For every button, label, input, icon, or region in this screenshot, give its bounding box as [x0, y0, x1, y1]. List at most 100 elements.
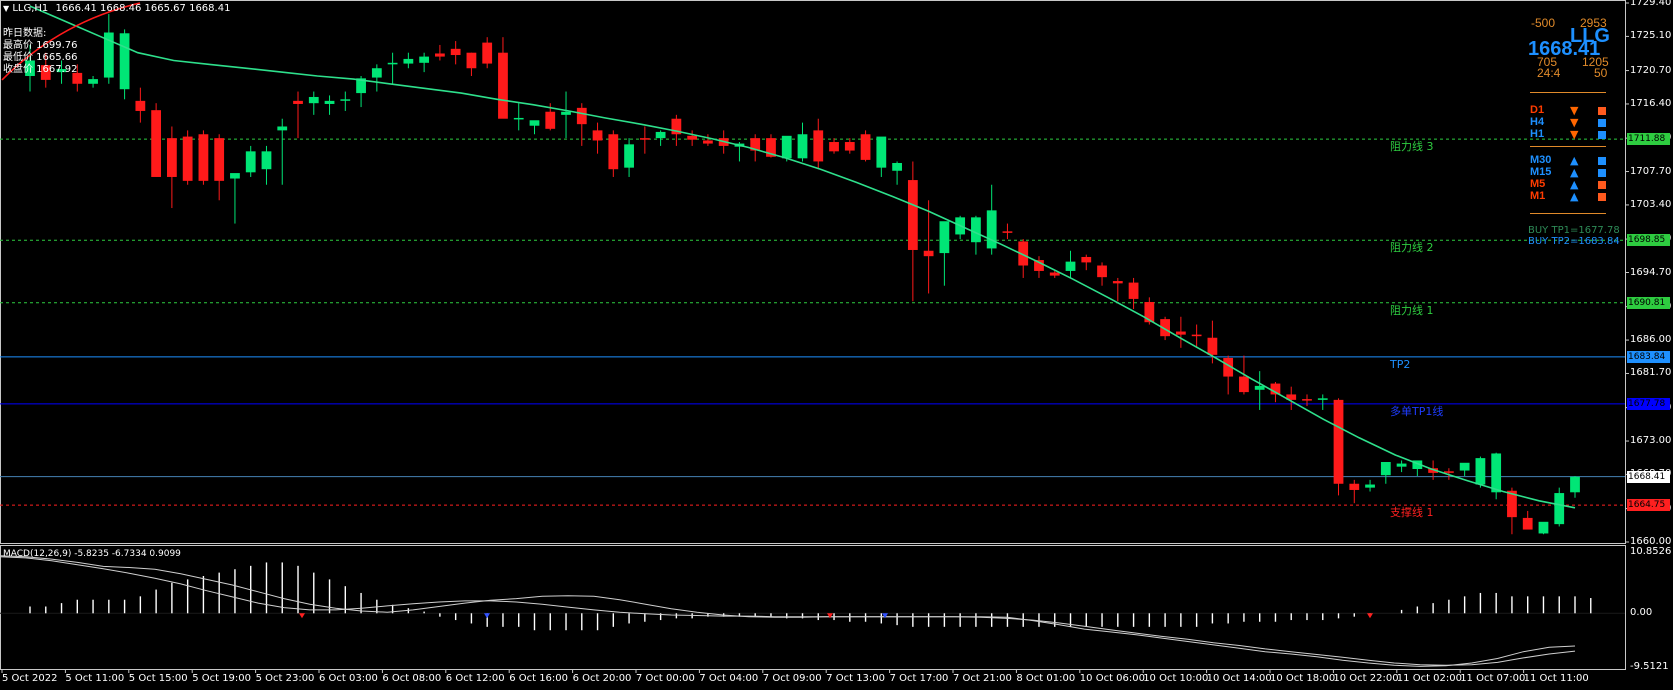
time-tick-label: 5 Oct 15:00 — [128, 673, 188, 684]
candle-body — [450, 48, 461, 56]
hud-v3: 24:4 — [1537, 66, 1561, 80]
candle-body — [1475, 458, 1486, 485]
buy-tp2-text: BUY TP2=1683.84 — [1528, 236, 1620, 247]
level-price-tag: 1711.88 — [1627, 133, 1670, 146]
hud-divider-1 — [1530, 92, 1606, 93]
candle-body — [860, 134, 871, 160]
time-tick-label: 7 Oct 13:00 — [826, 673, 886, 684]
candle-body — [1112, 281, 1123, 284]
symbol-timeframe: LLG,H1 — [12, 3, 49, 14]
candle-body — [230, 173, 240, 179]
time-tick-label: 6 Oct 20:00 — [572, 673, 632, 684]
candle-body — [1191, 334, 1202, 337]
timeframe-label: M30 — [1530, 154, 1552, 166]
macd-tick-label: -9.5121 — [1630, 661, 1669, 672]
candle-body — [245, 151, 256, 173]
macd-tick-label: 0.00 — [1630, 607, 1653, 619]
candle-body — [1081, 256, 1092, 263]
candle-body — [1570, 476, 1580, 493]
time-tick-label: 10 Oct 06:00 — [1079, 673, 1145, 684]
candle-body — [1049, 272, 1060, 276]
time-tick-label: 6 Oct 03:00 — [319, 673, 378, 684]
macd-line — [0, 555, 1576, 667]
candle-body — [1239, 376, 1249, 393]
candle-body — [498, 52, 508, 119]
time-tick-label: 5 Oct 11:00 — [65, 673, 125, 684]
time-tick-label: 8 Oct 01:00 — [1016, 673, 1076, 684]
candle-body — [293, 100, 303, 104]
candle-body — [1396, 463, 1407, 467]
candle-body — [781, 135, 792, 159]
candle-body — [387, 62, 398, 65]
signal-line — [0, 556, 1576, 666]
time-tick-label: 7 Oct 09:00 — [762, 673, 822, 684]
candle-body — [88, 79, 98, 84]
time-tick-label: 10 Oct 10:00 — [1143, 673, 1209, 684]
hud-minus: -500 — [1531, 16, 1556, 30]
level-price-tag: 1664.75 — [1627, 499, 1670, 512]
level-label: 支撑线 1 — [1390, 506, 1434, 520]
info-close: 收盘价 1667.92 — [3, 64, 78, 75]
signal-square-icon — [1598, 193, 1606, 201]
chart-header: ▼ LLG,H1 1666.41 1668.46 1665.67 1668.41 — [3, 2, 230, 15]
candle-body — [182, 136, 193, 181]
candle-body — [1538, 521, 1549, 534]
time-tick-label: 10 Oct 22:00 — [1333, 673, 1399, 684]
level-price-tag: 1668.41 — [1627, 470, 1670, 483]
candle-body — [971, 217, 981, 243]
candle-body — [1554, 493, 1565, 525]
candle-body — [403, 58, 414, 64]
candle-body — [513, 117, 524, 120]
time-tick-label: 10 Oct 18:00 — [1270, 673, 1336, 684]
candle-body — [939, 221, 950, 254]
timeframe-label: H1 — [1530, 128, 1545, 140]
candle-body — [135, 100, 146, 111]
time-tick-label: 7 Oct 21:00 — [953, 673, 1012, 684]
macd-tick-label: 10.8526 — [1630, 545, 1672, 557]
timeframe-label: H4 — [1530, 116, 1545, 128]
hud-v4: 50 — [1594, 66, 1608, 80]
level-label: 阻力线 1 — [1390, 303, 1434, 317]
candle-body — [435, 53, 445, 57]
candle-body — [1380, 462, 1391, 476]
hud-divider-2 — [1530, 146, 1606, 147]
candle-body — [324, 100, 335, 104]
level-label: 阻力线 3 — [1390, 140, 1434, 154]
price-tick-label: 1681.70 — [1630, 367, 1672, 379]
dropdown-triangle-icon[interactable]: ▼ — [3, 4, 9, 13]
candle-body — [261, 151, 272, 170]
candle-body — [198, 134, 209, 181]
price-tick-label: 1729.40 — [1630, 0, 1672, 8]
info-low: 最低价 1665.66 — [3, 52, 78, 63]
macd-cross-marker — [1367, 613, 1373, 619]
chart-canvas[interactable] — [0, 0, 1673, 690]
candle-body — [1065, 261, 1076, 271]
signal-square-icon — [1598, 181, 1606, 189]
time-tick-label: 10 Oct 14:00 — [1206, 673, 1272, 684]
candle-body — [482, 42, 493, 64]
time-tick-label: 7 Oct 00:00 — [636, 673, 695, 684]
candle-body — [371, 68, 382, 78]
candle-body — [1491, 453, 1502, 493]
candle-body — [545, 111, 556, 129]
candle-body — [1207, 337, 1218, 355]
arrow-up-icon: ▲ — [1570, 190, 1579, 203]
candle-body — [576, 107, 587, 125]
candle-body — [624, 144, 634, 168]
time-tick-label: 11 Oct 07:00 — [1460, 673, 1526, 684]
level-price-tag: 1690.81 — [1627, 296, 1670, 309]
candle-body — [844, 142, 855, 151]
candle-body — [813, 130, 824, 162]
candle-body — [419, 56, 430, 63]
candle-body — [119, 33, 130, 90]
candle-body — [687, 135, 698, 140]
candle-body — [1302, 399, 1312, 401]
candle-body — [1443, 471, 1454, 473]
price-tick-label: 1725.10 — [1630, 30, 1672, 42]
macd-label: MACD(12,26,9) -5.8235 -6.7334 0.9099 — [3, 549, 181, 559]
time-tick-label: 7 Oct 17:00 — [889, 673, 949, 684]
price-tick-label: 1716.40 — [1630, 97, 1672, 109]
candle-body — [986, 210, 997, 249]
candle-body — [1254, 385, 1265, 390]
info-panel: 昨日数据: 最高价 1699.76 最低价 1665.66 收盘价 1667.9… — [3, 28, 78, 76]
